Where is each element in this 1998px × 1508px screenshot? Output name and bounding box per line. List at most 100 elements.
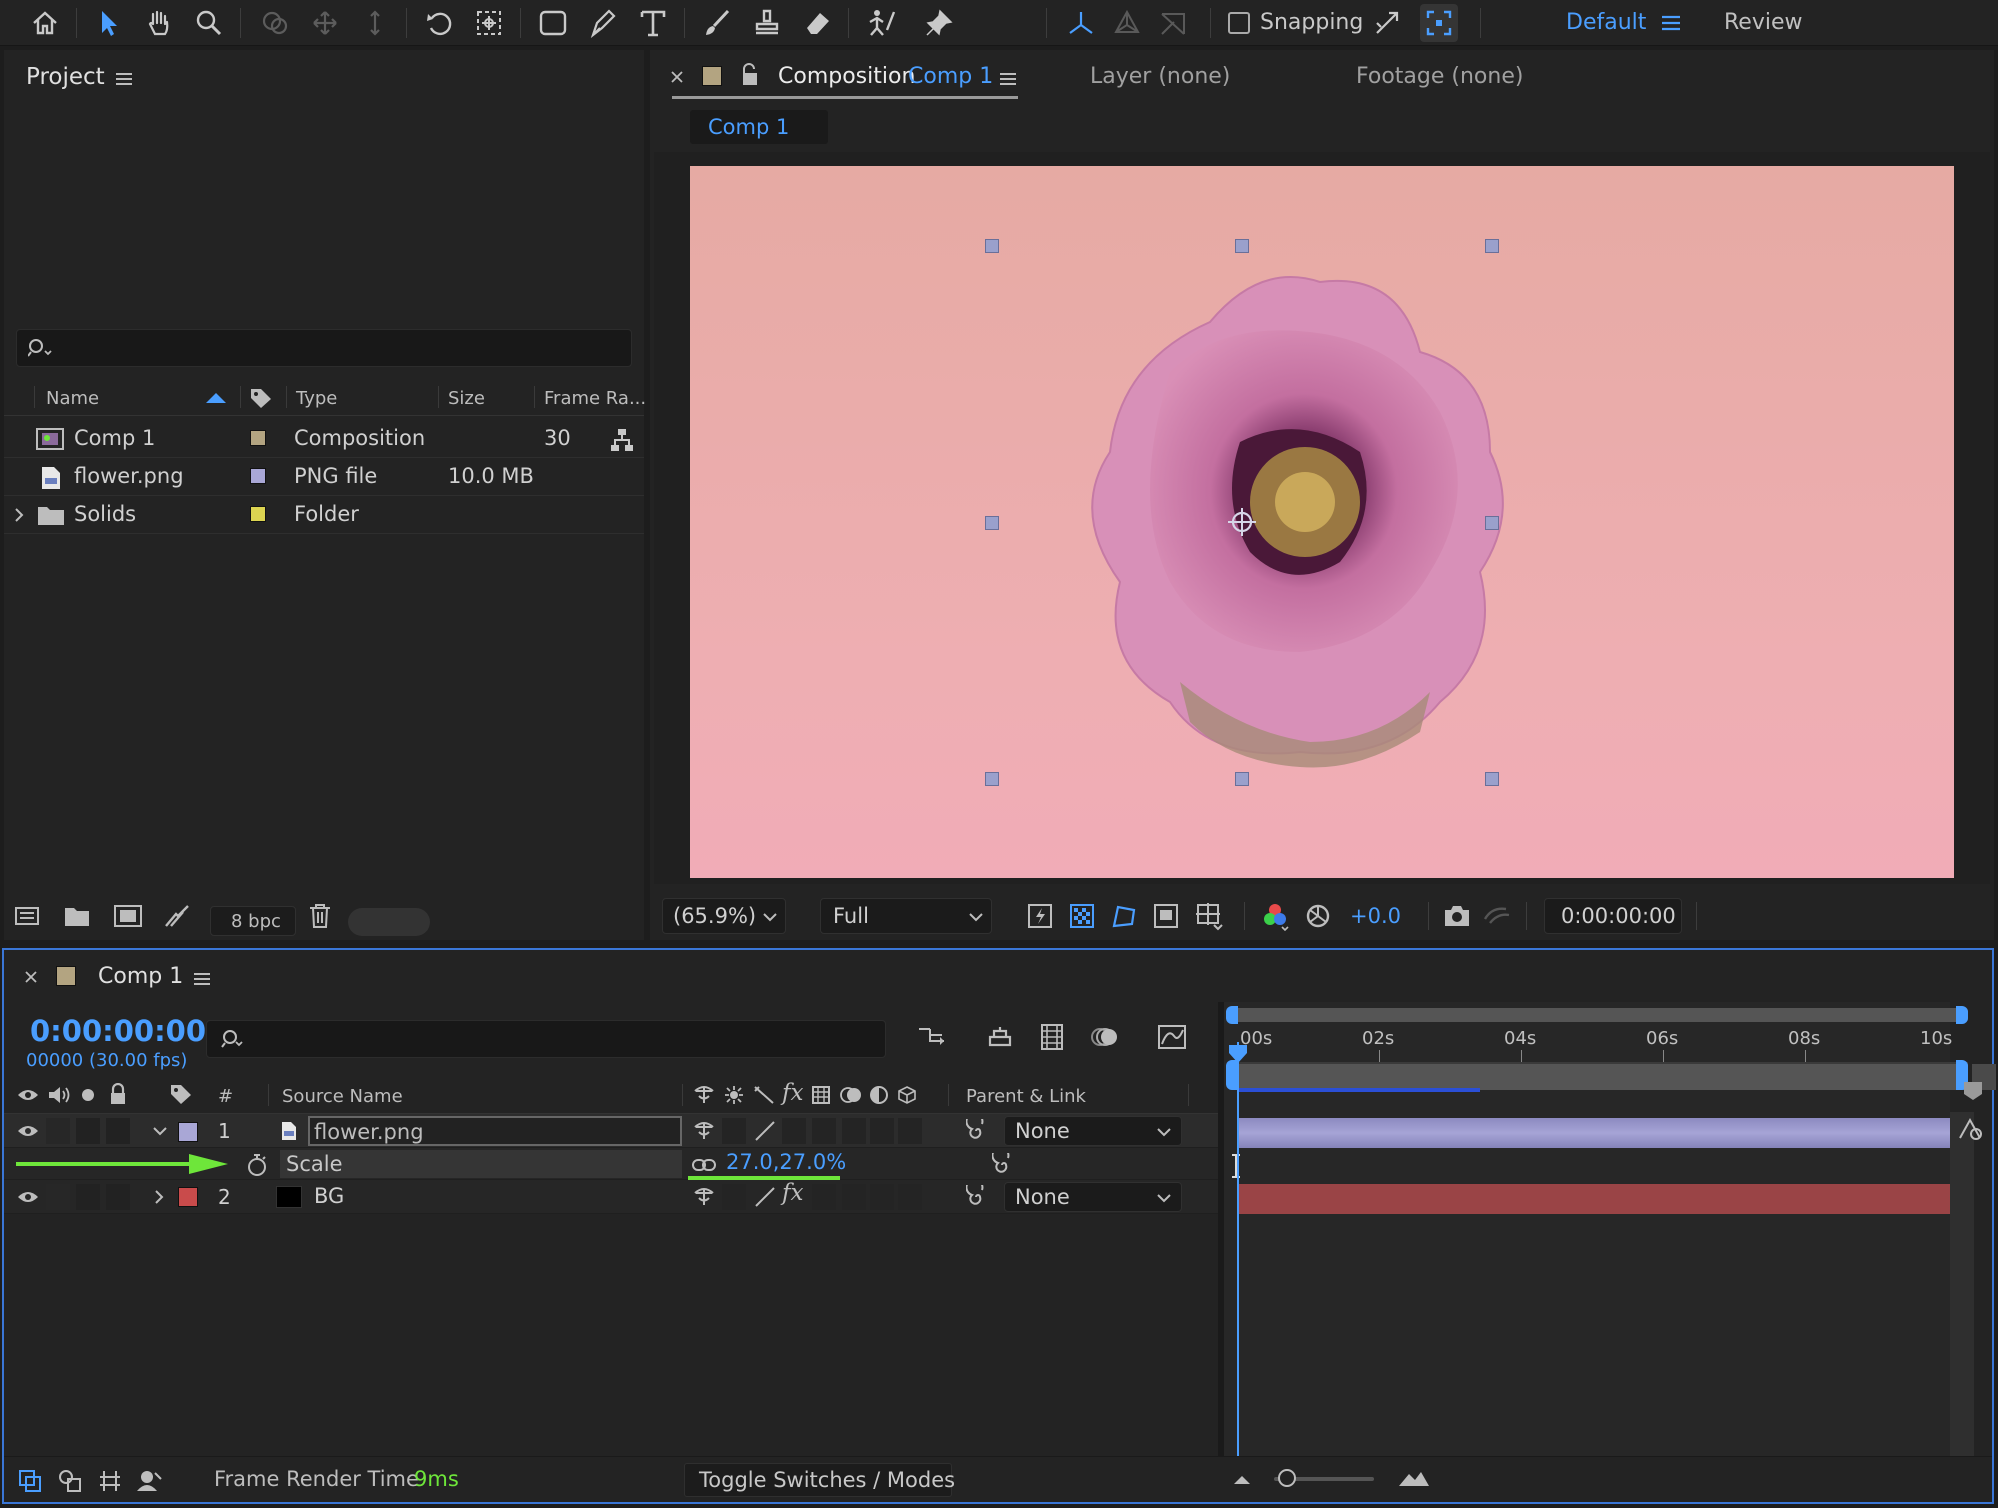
project-item-comp1[interactable]: Comp 1 Composition 30 [4, 420, 644, 458]
view-axis-mode-icon[interactable] [1156, 6, 1190, 40]
orbit-camera-icon[interactable] [258, 6, 292, 40]
flower-image[interactable] [1060, 262, 1550, 782]
work-area-start-handle[interactable] [1226, 1006, 1238, 1024]
quality-switch-icon[interactable] [752, 1118, 778, 1144]
channels-icon[interactable] [1258, 900, 1292, 932]
header-source-name[interactable]: Source Name [282, 1086, 403, 1107]
timeline-title[interactable]: Comp 1 [98, 964, 183, 989]
graph-editor-icon[interactable] [1154, 1020, 1190, 1054]
transfer-controls-icon[interactable] [56, 1467, 84, 1495]
transform-handle-br[interactable] [1485, 772, 1499, 786]
comp-canvas[interactable] [690, 166, 1954, 878]
transform-handle-bc[interactable] [1235, 772, 1249, 786]
workspace-review[interactable]: Review [1724, 10, 1803, 35]
mask-visibility-icon[interactable] [1108, 900, 1140, 932]
workspace-default[interactable]: Default [1566, 10, 1646, 35]
interpret-footage-icon[interactable] [12, 902, 42, 930]
frame-blend-switch[interactable] [812, 1184, 836, 1210]
new-composition-icon[interactable] [112, 902, 144, 930]
new-folder-icon[interactable] [62, 902, 92, 930]
tab-composition-name[interactable]: Comp 1 [908, 64, 993, 89]
snapping-options-icon[interactable] [1370, 6, 1404, 40]
clone-stamp-tool-icon[interactable] [750, 6, 784, 40]
pick-whip-icon[interactable] [964, 1184, 992, 1210]
layer-row-2[interactable]: 2 BG fx None [4, 1180, 1218, 1214]
playhead-marker-icon[interactable] [1226, 1042, 1250, 1066]
frame-blending-icon[interactable] [1034, 1020, 1070, 1054]
exposure-value[interactable]: +0.0 [1350, 904, 1401, 928]
rotation-tool-icon[interactable] [422, 6, 456, 40]
layer-bar-bg[interactable] [1238, 1184, 1950, 1214]
draft-3d-icon[interactable] [982, 1020, 1018, 1054]
resolution-dropdown[interactable]: Full [820, 898, 992, 934]
layer-row-1[interactable]: 1 flower.png None [4, 1114, 1218, 1148]
flowchart-icon[interactable] [608, 426, 636, 454]
frame-blend-switch[interactable] [812, 1118, 836, 1144]
parent-dropdown-layer-2[interactable]: None [1004, 1182, 1182, 1212]
viewer-timecode[interactable]: 0:00:00:00 [1544, 898, 1682, 934]
expression-pick-whip-icon[interactable] [990, 1152, 1018, 1178]
adjust-settings-icon[interactable] [162, 902, 192, 930]
transform-handle-mr[interactable] [1485, 516, 1499, 530]
label-tag-icon[interactable] [248, 386, 274, 410]
scale-value[interactable]: 27.0,27.0% [726, 1150, 846, 1174]
transparency-grid-icon[interactable] [1066, 900, 1098, 932]
composition-flowchart-icon[interactable] [914, 1020, 950, 1054]
zoom-dropdown[interactable]: (65.9%) [662, 898, 786, 934]
fx-switch-icon[interactable]: fx [782, 1180, 803, 1206]
shy-switch-icon[interactable] [692, 1120, 716, 1142]
layer-end-marker-icon[interactable] [1954, 1114, 1986, 1146]
tab-footage[interactable]: Footage (none) [1356, 64, 1523, 89]
timeline-panel-menu-icon[interactable] [190, 968, 214, 990]
column-size[interactable]: Size [448, 388, 485, 409]
tab-composition-prefix[interactable]: Composition [778, 64, 915, 89]
world-axis-mode-icon[interactable] [1110, 6, 1144, 40]
eye-icon[interactable] [16, 1120, 40, 1142]
show-snapshot-icon[interactable] [1480, 900, 1514, 932]
work-area-end-handle[interactable] [1956, 1006, 1968, 1024]
sort-ascending-icon[interactable] [204, 390, 228, 406]
quality-switch-icon[interactable] [752, 1184, 778, 1210]
home-icon[interactable] [28, 6, 62, 40]
chevron-down-icon[interactable] [150, 1122, 170, 1140]
playhead-line[interactable] [1237, 1042, 1239, 1456]
thumbnail-slider[interactable] [348, 908, 430, 936]
audio-switch[interactable] [46, 1118, 70, 1144]
reset-exposure-icon[interactable] [1302, 900, 1334, 932]
collapse-switch[interactable] [722, 1118, 746, 1144]
selection-tool-icon[interactable] [92, 6, 126, 40]
column-type[interactable]: Type [296, 388, 337, 409]
work-area-bar[interactable] [1232, 1008, 1968, 1022]
roto-brush-tool-icon[interactable] [864, 6, 898, 40]
motion-blur-switch[interactable] [842, 1118, 866, 1144]
transform-handle-ml[interactable] [985, 516, 999, 530]
snapping-checkbox[interactable] [1228, 12, 1250, 34]
comp-marker-icon[interactable] [1960, 1078, 1986, 1104]
chevron-right-icon[interactable] [150, 1186, 168, 1208]
anchor-point-icon[interactable] [1226, 506, 1258, 538]
layer-switches-icon[interactable] [16, 1467, 44, 1495]
pick-whip-icon[interactable] [964, 1118, 992, 1144]
transform-handle-tc[interactable] [1235, 239, 1249, 253]
column-frame-rate[interactable]: Frame Ra... [544, 388, 646, 409]
render-time-icon[interactable] [134, 1467, 164, 1495]
current-time[interactable]: 0:00:00:00 [30, 1014, 206, 1048]
type-tool-icon[interactable] [636, 6, 670, 40]
zoom-out-mountain-icon[interactable] [1228, 1467, 1256, 1491]
shy-switch-icon[interactable] [692, 1186, 716, 1208]
lock-switch[interactable] [106, 1118, 130, 1144]
label-color-swatch[interactable] [250, 468, 266, 484]
toggle-switches-modes-button[interactable]: Toggle Switches / Modes [684, 1463, 955, 1497]
project-panel-menu-icon[interactable] [112, 68, 136, 90]
project-item-solids[interactable]: Solids Folder [4, 496, 644, 534]
project-item-flower[interactable]: flower.png PNG file 10.0 MB [4, 458, 644, 496]
layer-label-swatch[interactable] [178, 1187, 198, 1207]
project-panel-title[interactable]: Project [26, 64, 105, 90]
3d-switch[interactable] [898, 1184, 922, 1210]
hand-tool-icon[interactable] [142, 6, 176, 40]
dolly-camera-icon[interactable] [358, 6, 392, 40]
in-out-stretch-icon[interactable] [96, 1467, 124, 1495]
pen-tool-icon[interactable] [586, 6, 620, 40]
adjustment-switch[interactable] [870, 1118, 894, 1144]
motion-blur-switch[interactable] [842, 1184, 866, 1210]
